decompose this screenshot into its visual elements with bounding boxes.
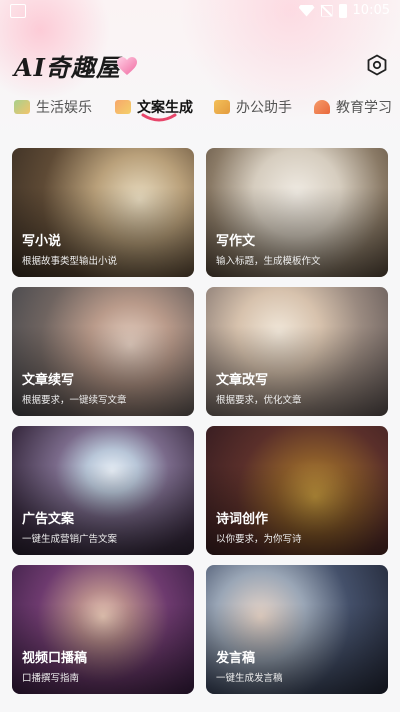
card-description: 根据要求，一键续写文章 <box>22 395 127 406</box>
card-title: 写作文 <box>216 234 256 249</box>
card-speech[interactable]: 发言稿 一键生成发言稿 <box>206 565 388 694</box>
heart-icon <box>117 57 137 75</box>
tab-education[interactable]: 教育学习 <box>314 92 392 122</box>
life-icon <box>14 100 30 114</box>
tab-life-entertainment[interactable]: 生活娱乐 <box>14 92 92 122</box>
active-tab-indicator <box>141 113 177 122</box>
card-title: 广告文案 <box>22 512 75 527</box>
hexagon-settings-icon <box>367 54 387 76</box>
card-article-continue[interactable]: 文章续写 根据要求，一键续写文章 <box>12 287 194 416</box>
settings-button[interactable] <box>366 54 388 76</box>
wifi-icon <box>299 5 315 17</box>
no-sim-icon <box>320 4 333 17</box>
status-time: 10:05 <box>352 3 390 18</box>
app-header: AI奇趣屋 <box>0 40 400 90</box>
card-write-essay[interactable]: 写作文 输入标题，生成模板作文 <box>206 148 388 277</box>
tab-label: 生活娱乐 <box>36 100 92 116</box>
card-description: 一键生成发言稿 <box>216 673 283 684</box>
card-video-script[interactable]: 视频口播稿 口播撰写指南 <box>12 565 194 694</box>
tab-label: 办公助手 <box>236 100 292 116</box>
card-title: 发言稿 <box>216 651 256 666</box>
card-description: 根据故事类型输出小说 <box>22 256 118 267</box>
card-description: 口播撰写指南 <box>22 673 80 684</box>
notification-icon <box>10 4 26 18</box>
office-icon <box>214 100 230 114</box>
card-description: 根据要求，优化文章 <box>216 395 302 406</box>
card-description: 输入标题，生成模板作文 <box>216 256 321 267</box>
tab-label: 教育学习 <box>336 100 392 116</box>
card-description: 一键生成营销广告文案 <box>22 534 118 545</box>
card-title: 视频口播稿 <box>22 651 88 666</box>
status-bar: 10:05 <box>0 0 400 24</box>
app-logo-title: AI奇趣屋 <box>14 53 121 82</box>
card-poetry[interactable]: 诗词创作 以你要求，为你写诗 <box>206 426 388 555</box>
card-title: 文章续写 <box>22 373 75 388</box>
card-ad-copy[interactable]: 广告文案 一键生成营销广告文案 <box>12 426 194 555</box>
copywriting-icon <box>115 100 131 114</box>
category-tabs: 生活娱乐 文案生成 办公助手 教育学习 <box>0 92 400 126</box>
card-title: 写小说 <box>22 234 62 249</box>
card-write-novel[interactable]: 写小说 根据故事类型输出小说 <box>12 148 194 277</box>
battery-icon <box>338 3 347 18</box>
card-article-rewrite[interactable]: 文章改写 根据要求，优化文章 <box>206 287 388 416</box>
card-title: 诗词创作 <box>216 512 269 527</box>
card-description: 以你要求，为你写诗 <box>216 534 302 545</box>
card-title: 文章改写 <box>216 373 269 388</box>
tab-office-assistant[interactable]: 办公助手 <box>214 92 292 122</box>
education-icon <box>314 100 330 114</box>
